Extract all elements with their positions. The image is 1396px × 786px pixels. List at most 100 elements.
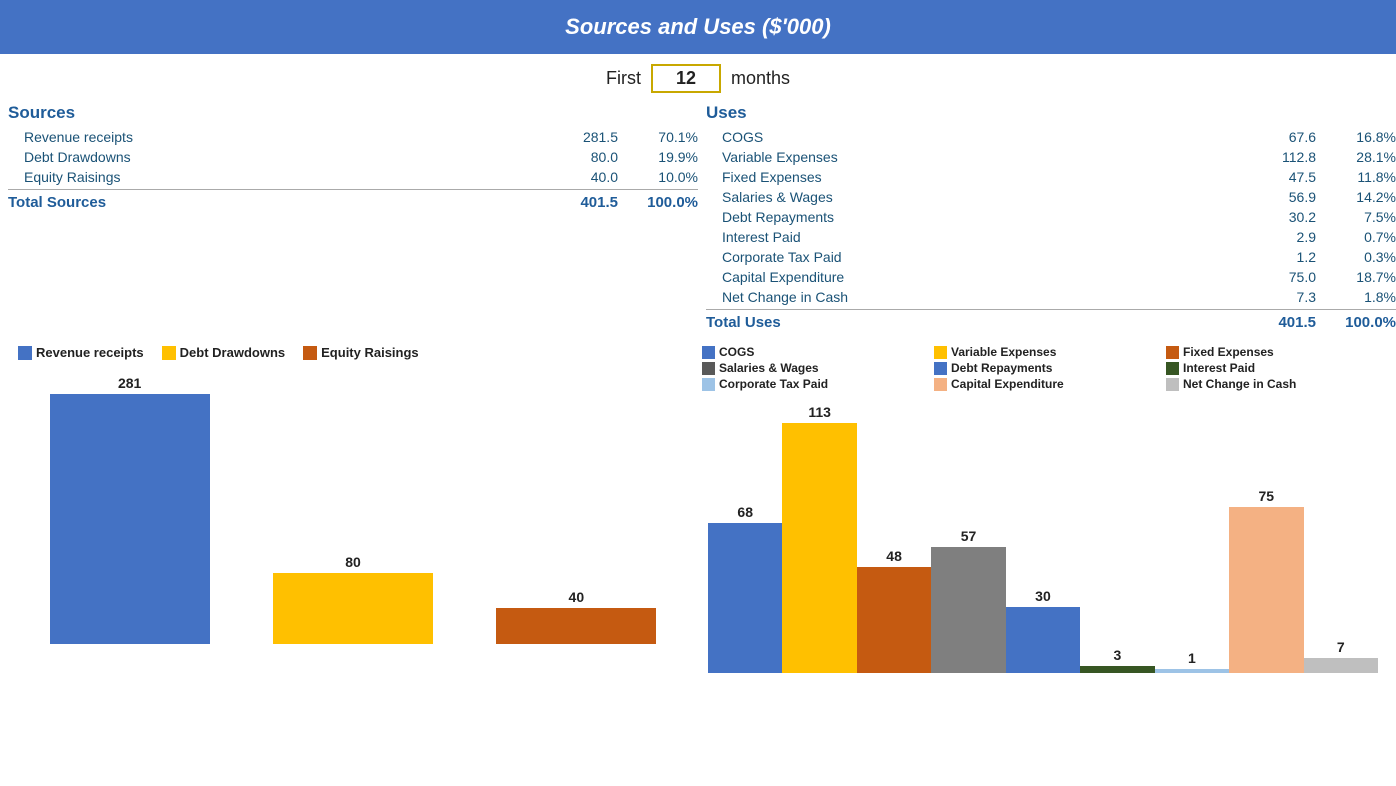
bar-group: 3 bbox=[1080, 393, 1154, 673]
sources-total-value: 401.5 bbox=[538, 194, 618, 211]
right-legend-item: Interest Paid bbox=[1166, 361, 1388, 375]
bar-group: 30 bbox=[1006, 393, 1080, 673]
uses-row-pct: 28.1% bbox=[1316, 149, 1396, 165]
uses-row-pct: 14.2% bbox=[1316, 189, 1396, 205]
page-title: Sources and Uses ($'000) bbox=[565, 14, 831, 39]
sources-row-label: Debt Drawdowns bbox=[8, 149, 538, 165]
bar-group: 48 bbox=[857, 393, 931, 673]
uses-row-value: 112.8 bbox=[1236, 149, 1316, 165]
legend-color-box bbox=[702, 362, 715, 375]
sources-row-pct: 10.0% bbox=[618, 169, 698, 185]
bar bbox=[782, 423, 856, 673]
sources-row-pct: 70.1% bbox=[618, 129, 698, 145]
bar-label-top: 281 bbox=[118, 375, 141, 391]
uses-row-value: 47.5 bbox=[1236, 169, 1316, 185]
uses-row-label: Debt Repayments bbox=[706, 209, 1236, 225]
bar-label-top: 1 bbox=[1188, 650, 1196, 666]
sources-rows: Revenue receipts 281.5 70.1% Debt Drawdo… bbox=[8, 127, 698, 187]
months-input[interactable] bbox=[651, 64, 721, 93]
legend-label: Debt Drawdowns bbox=[180, 345, 285, 360]
right-legend-item: Capital Expenditure bbox=[934, 377, 1156, 391]
bar bbox=[931, 547, 1005, 673]
right-chart: COGS Variable Expenses Fixed Expenses Salar… bbox=[698, 345, 1388, 673]
bar bbox=[496, 608, 656, 644]
bar-label-top: 80 bbox=[345, 554, 361, 570]
uses-total-pct: 100.0% bbox=[1316, 314, 1396, 331]
months-row: First months bbox=[0, 54, 1396, 101]
left-legend-item: Revenue receipts bbox=[18, 345, 144, 360]
sources-section: Sources Revenue receipts 281.5 70.1% Deb… bbox=[0, 101, 698, 335]
uses-row-value: 7.3 bbox=[1236, 289, 1316, 305]
bar-group: 40 bbox=[465, 364, 688, 644]
sources-row: Revenue receipts 281.5 70.1% bbox=[8, 127, 698, 147]
uses-title: Uses bbox=[706, 101, 1396, 127]
left-bar-chart: 281 80 40 bbox=[8, 364, 698, 644]
legend-label: Interest Paid bbox=[1183, 361, 1255, 375]
uses-row-label: Capital Expenditure bbox=[706, 269, 1236, 285]
left-chart-legend: Revenue receipts Debt Drawdowns Equity Rai… bbox=[8, 345, 698, 360]
legend-color-box bbox=[934, 362, 947, 375]
legend-label: Fixed Expenses bbox=[1183, 345, 1274, 359]
sources-title: Sources bbox=[8, 101, 698, 127]
bar-label-top: 3 bbox=[1114, 647, 1122, 663]
legend-color-box bbox=[934, 378, 947, 391]
uses-row: Corporate Tax Paid 1.2 0.3% bbox=[706, 247, 1396, 267]
legend-label: COGS bbox=[719, 345, 754, 359]
bar-label-top: 30 bbox=[1035, 588, 1051, 604]
uses-row-pct: 0.3% bbox=[1316, 249, 1396, 265]
legend-color-box bbox=[303, 346, 317, 360]
bar-label-top: 7 bbox=[1337, 639, 1345, 655]
bar bbox=[50, 394, 210, 644]
uses-row-label: Interest Paid bbox=[706, 229, 1236, 245]
legend-label: Variable Expenses bbox=[951, 345, 1056, 359]
bar-group: 1 bbox=[1155, 393, 1229, 673]
bar-group: 75 bbox=[1229, 393, 1303, 673]
sources-row-value: 80.0 bbox=[538, 149, 618, 165]
bar-label-top: 48 bbox=[886, 548, 902, 564]
right-legend-item: Salaries & Wages bbox=[702, 361, 924, 375]
right-legend-item: COGS bbox=[702, 345, 924, 359]
right-legend-item: Variable Expenses bbox=[934, 345, 1156, 359]
uses-row: Fixed Expenses 47.5 11.8% bbox=[706, 167, 1396, 187]
uses-row-pct: 1.8% bbox=[1316, 289, 1396, 305]
first-label: First bbox=[606, 68, 641, 89]
sources-total-pct: 100.0% bbox=[618, 194, 698, 211]
bar-label-top: 57 bbox=[961, 528, 977, 544]
legend-label: Salaries & Wages bbox=[719, 361, 819, 375]
sources-row-value: 40.0 bbox=[538, 169, 618, 185]
bar bbox=[1006, 607, 1080, 673]
left-legend-item: Equity Raisings bbox=[303, 345, 419, 360]
uses-total-label: Total Uses bbox=[706, 314, 1236, 331]
bar bbox=[1229, 507, 1303, 673]
uses-row-pct: 16.8% bbox=[1316, 129, 1396, 145]
uses-row-label: COGS bbox=[706, 129, 1236, 145]
bar-label-top: 113 bbox=[808, 404, 831, 420]
legend-label: Debt Repayments bbox=[951, 361, 1052, 375]
uses-row-value: 2.9 bbox=[1236, 229, 1316, 245]
uses-row-label: Corporate Tax Paid bbox=[706, 249, 1236, 265]
uses-total-row: Total Uses 401.5 100.0% bbox=[706, 309, 1396, 335]
legend-color-box bbox=[702, 346, 715, 359]
bar bbox=[1304, 658, 1378, 673]
bar-group: 57 bbox=[931, 393, 1005, 673]
uses-row-pct: 7.5% bbox=[1316, 209, 1396, 225]
legend-color-box bbox=[1166, 346, 1179, 359]
uses-row-pct: 0.7% bbox=[1316, 229, 1396, 245]
sources-row-value: 281.5 bbox=[538, 129, 618, 145]
sources-row: Debt Drawdowns 80.0 19.9% bbox=[8, 147, 698, 167]
uses-row-value: 67.6 bbox=[1236, 129, 1316, 145]
uses-row-label: Net Change in Cash bbox=[706, 289, 1236, 305]
legend-label: Net Change in Cash bbox=[1183, 377, 1296, 391]
bar-label-top: 68 bbox=[737, 504, 753, 520]
left-chart: Revenue receipts Debt Drawdowns Equity Rai… bbox=[8, 345, 698, 673]
uses-row: Debt Repayments 30.2 7.5% bbox=[706, 207, 1396, 227]
legend-color-box bbox=[934, 346, 947, 359]
sources-row-pct: 19.9% bbox=[618, 149, 698, 165]
bar-group: 7 bbox=[1304, 393, 1378, 673]
legend-label: Equity Raisings bbox=[321, 345, 419, 360]
bar bbox=[857, 567, 931, 673]
uses-row-label: Fixed Expenses bbox=[706, 169, 1236, 185]
uses-row: Net Change in Cash 7.3 1.8% bbox=[706, 287, 1396, 307]
charts-area: Revenue receipts Debt Drawdowns Equity Rai… bbox=[0, 335, 1396, 673]
uses-row-label: Variable Expenses bbox=[706, 149, 1236, 165]
